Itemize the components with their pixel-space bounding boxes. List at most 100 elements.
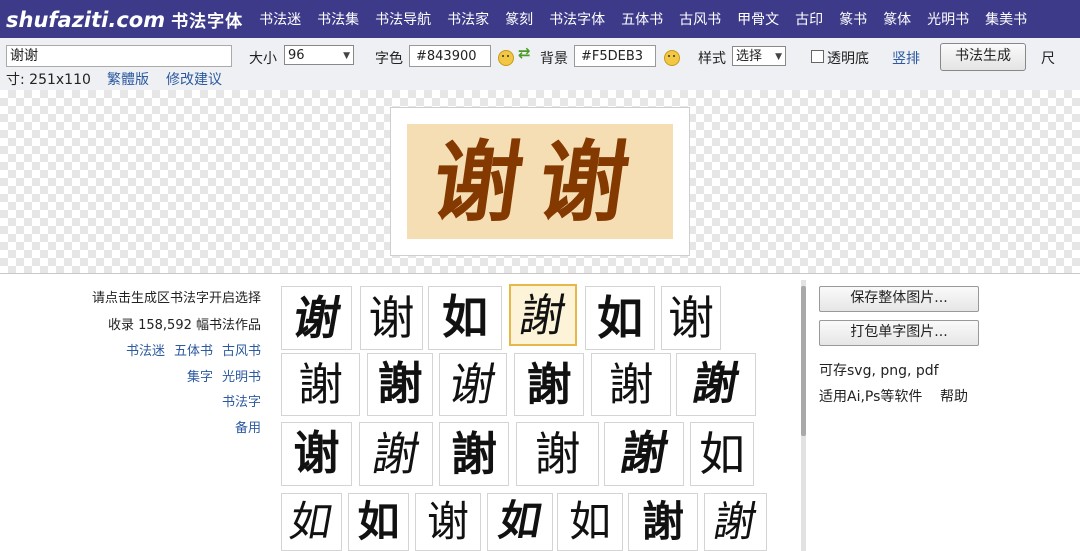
glyph-char: 謝 <box>616 428 672 479</box>
chevron-down-icon: ▼ <box>343 51 350 61</box>
glyph-tile[interactable]: 如 <box>690 422 754 486</box>
info-link[interactable]: 光明书 <box>222 370 261 385</box>
glyph-char: 谢 <box>668 291 714 345</box>
link-row-2: 集字 光明书 <box>187 366 261 385</box>
pack-chars-button[interactable]: 打包单字图片... <box>819 320 979 346</box>
site-logo[interactable]: shufaziti.com 书法字体 <box>6 7 243 32</box>
glyph-char: 如 <box>699 427 745 481</box>
nav-link[interactable]: 书法家 <box>447 9 489 29</box>
fg-color-label: 字色 <box>375 51 403 67</box>
info-link[interactable]: 书法迷 <box>126 344 165 359</box>
glyph-tile[interactable]: 謝 <box>509 284 577 346</box>
glyph-tile[interactable]: 謝 <box>628 493 698 551</box>
nav-link[interactable]: 书法字体 <box>549 9 605 29</box>
suggestion-link[interactable]: 修改建议 <box>166 69 222 89</box>
fg-color-input[interactable]: #843900 <box>409 45 491 67</box>
glyph-char: 谢 <box>445 358 501 411</box>
style-select[interactable]: 选择 ▼ <box>732 46 786 66</box>
hint-text: 请点击生成区书法字开启选择 <box>91 291 261 306</box>
glyph-tile[interactable]: 謝 <box>704 493 767 551</box>
glyph-tile[interactable]: 如 <box>487 493 553 551</box>
transparent-label: 透明底 <box>827 51 869 67</box>
glyph-tile[interactable]: 謝 <box>439 422 509 486</box>
glyph-tile[interactable]: 謝 <box>591 353 671 416</box>
ruler-label: 尺 <box>1041 51 1055 67</box>
glyph-char: 如 <box>568 497 611 546</box>
apps-text: 适用Ai,Ps等软件 <box>819 389 923 405</box>
glyph-char: 如 <box>357 497 400 546</box>
nav-links: 书法迷 书法集 书法导航 书法家 篆刻 书法字体 五体书 古风书 甲骨文 古印 篆书 篆体 光明书 集美书 <box>259 9 1043 29</box>
glyph-tile[interactable]: 如 <box>428 286 502 350</box>
glyph-char: 謝 <box>608 358 654 411</box>
glyph-tile[interactable]: 谢 <box>360 286 423 350</box>
swap-colors-icon[interactable]: ⇄ <box>518 44 531 62</box>
glyph-tile[interactable]: 谢 <box>281 286 352 350</box>
nav-link[interactable]: 书法迷 <box>259 9 301 29</box>
glyph-char: 謝 <box>534 427 581 481</box>
vertical-layout-link[interactable]: 竖排 <box>892 48 920 68</box>
bg-color-input[interactable]: #F5DEB3 <box>574 45 656 67</box>
glyph-tile[interactable]: 謝 <box>359 422 433 486</box>
glyph-char: 谢 <box>368 291 415 345</box>
chevron-down-icon: ▼ <box>775 52 782 62</box>
shufazi-link[interactable]: 书法字 <box>222 391 261 410</box>
size-select[interactable]: 96 ▼ <box>284 45 354 65</box>
glyph-tile[interactable]: 謝 <box>516 422 599 486</box>
traditional-version-link[interactable]: 繁體版 <box>107 69 149 89</box>
glyph-char: 謝 <box>451 427 497 481</box>
size-label: 大小 <box>249 51 277 67</box>
formats-text: 可存svg, png, pdf <box>819 363 939 379</box>
preview-canvas[interactable]: 谢谢 <box>407 124 673 239</box>
scrollbar[interactable] <box>801 280 806 551</box>
fg-picker-icon[interactable] <box>498 50 514 66</box>
glyph-tile[interactable]: 如 <box>281 493 342 551</box>
text-input[interactable]: 谢谢 <box>6 45 232 67</box>
glyph-tile[interactable]: 謝 <box>367 353 433 416</box>
nav-link[interactable]: 篆书 <box>839 9 867 29</box>
glyph-tile[interactable]: 謝 <box>604 422 684 486</box>
toolbar: 谢谢 大小 96 ▼ 字色 #843900 ⇄ 背景 #F5DEB3 样式 选择 ▼… <box>0 38 1080 90</box>
info-link[interactable]: 五体书 <box>174 344 213 359</box>
info-link[interactable]: 集字 <box>187 370 213 385</box>
glyph-char: 如 <box>442 292 488 343</box>
help-link[interactable]: 帮助 <box>940 386 968 406</box>
glyph-tile[interactable]: 如 <box>585 286 655 350</box>
nav-link[interactable]: 古印 <box>795 9 823 29</box>
glyph-tile[interactable]: 谢 <box>661 286 721 350</box>
style-label: 样式 <box>698 51 726 67</box>
nav-link[interactable]: 篆体 <box>883 9 911 29</box>
backup-link[interactable]: 备用 <box>235 417 261 436</box>
nav-link[interactable]: 集美书 <box>985 9 1027 29</box>
scrollbar-thumb[interactable] <box>801 286 806 436</box>
logo-text: shufaziti.com <box>6 7 166 32</box>
glyph-tile[interactable]: 谢 <box>439 353 507 416</box>
glyph-tile[interactable]: 如 <box>557 493 623 551</box>
glyph-char: 謝 <box>515 288 571 342</box>
nav-link[interactable]: 古风书 <box>679 9 721 29</box>
bg-picker-icon[interactable] <box>664 50 680 66</box>
info-link[interactable]: 古风书 <box>222 344 261 359</box>
right-panel: 保存整体图片... 打包单字图片... 可存svg, png, pdf 适用Ai… <box>807 274 1080 551</box>
glyph-tile[interactable]: 如 <box>348 493 409 551</box>
glyph-char: 謝 <box>368 427 424 481</box>
nav-link[interactable]: 书法导航 <box>375 9 431 29</box>
glyph-tile[interactable]: 謝 <box>281 353 360 416</box>
generate-button[interactable]: 书法生成 <box>940 43 1026 71</box>
glyph-char: 謝 <box>377 359 423 409</box>
transparent-checkbox[interactable] <box>811 50 824 63</box>
glyph-grid: 谢谢如謝如谢謝謝谢謝謝謝谢謝謝謝謝如如如谢如如謝謝 <box>273 274 800 551</box>
nav-link[interactable]: 书法集 <box>317 9 359 29</box>
nav-link[interactable]: 五体书 <box>621 9 663 29</box>
nav-link[interactable]: 篆刻 <box>505 9 533 29</box>
glyph-tile[interactable]: 谢 <box>281 422 352 486</box>
glyph-char: 謝 <box>710 497 761 546</box>
glyph-char: 謝 <box>297 358 343 411</box>
glyph-tile[interactable]: 謝 <box>514 353 584 416</box>
save-all-button[interactable]: 保存整体图片... <box>819 286 979 312</box>
glyph-tile[interactable]: 謝 <box>676 353 756 416</box>
glyph-char: 謝 <box>641 497 684 546</box>
dimension-text: 寸: 251x110 <box>6 72 91 88</box>
glyph-tile[interactable]: 谢 <box>415 493 481 551</box>
nav-link[interactable]: 光明书 <box>927 9 969 29</box>
nav-link[interactable]: 甲骨文 <box>737 9 779 29</box>
